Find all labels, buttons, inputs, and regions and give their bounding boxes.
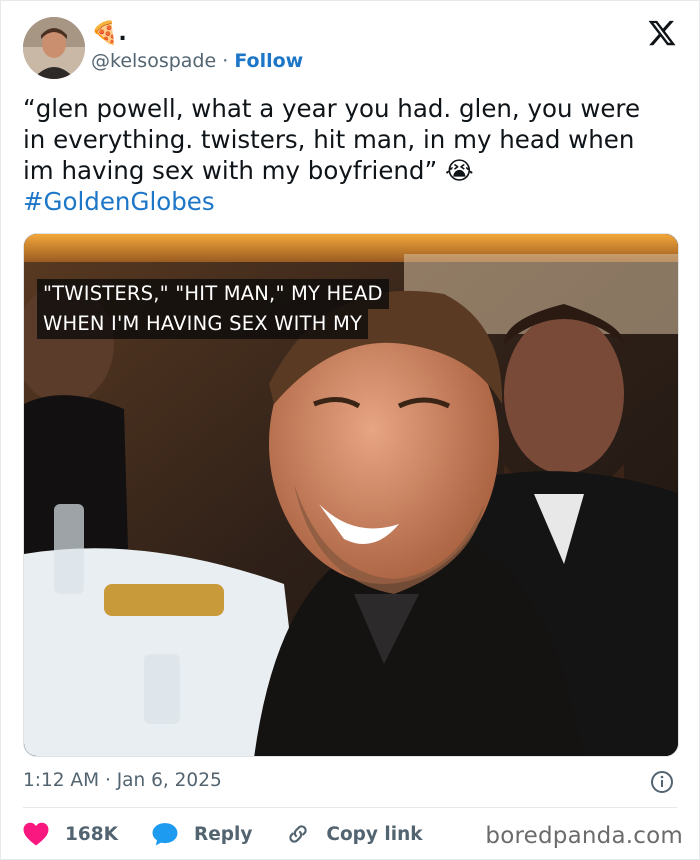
reply-bubble-icon	[152, 823, 178, 846]
tweet-time: 1:12 AM	[23, 770, 100, 791]
like-count: 168K	[65, 823, 118, 845]
link-icon	[289, 825, 308, 843]
author-handle-row: @kelsospade · Follow	[91, 49, 303, 73]
tweet-date: Jan 6, 2025	[116, 770, 222, 791]
tweet-actions-bar: 168K Reply Copy link	[23, 819, 457, 849]
tweet-text-line-2: in everything. twisters, hit man, in my …	[23, 125, 635, 154]
source-watermark: boredpanda.com	[485, 823, 683, 849]
copy-link-label: Copy link	[326, 823, 423, 845]
actions-divider	[23, 807, 677, 808]
photo-caption-line-2: WHEN I'M HAVING SEX WITH MY	[37, 309, 369, 339]
tweet-timestamp[interactable]: 1:12 AM · Jan 6, 2025	[23, 769, 222, 793]
timestamp-separator: ·	[104, 770, 111, 791]
heart-icon	[23, 822, 49, 846]
reply-label: Reply	[193, 823, 253, 845]
handle-separator: ·	[222, 50, 229, 72]
photo-caption-line-1: "TWISTERS," "HIT MAN," MY HEAD	[37, 279, 389, 309]
tweet-card: 🍕. @kelsospade · Follow “glen powell, wh…	[0, 0, 700, 860]
photo-caption-overlay: "TWISTERS," "HIT MAN," MY HEAD WHEN I'M …	[37, 279, 389, 339]
copy-link-button[interactable]: Copy link	[286, 822, 423, 846]
like-button[interactable]: 168K	[23, 822, 118, 846]
tweet-text-line-1: “glen powell, what a year you had. glen,…	[23, 94, 641, 123]
tweet-text-line-3: im having sex with my boyfriend” 😭	[23, 156, 474, 185]
follow-button[interactable]: Follow	[234, 50, 303, 72]
author-avatar[interactable]	[23, 17, 85, 79]
reply-button[interactable]: Reply	[152, 822, 252, 846]
hashtag-link[interactable]: #GoldenGlobes	[23, 187, 215, 216]
author-handle[interactable]: @kelsospade	[91, 50, 216, 72]
tweet-text: “glen powell, what a year you had. glen,…	[23, 93, 683, 217]
x-logo-icon[interactable]	[647, 18, 677, 48]
info-icon[interactable]	[650, 770, 674, 794]
author-display-name[interactable]: 🍕.	[91, 21, 127, 47]
